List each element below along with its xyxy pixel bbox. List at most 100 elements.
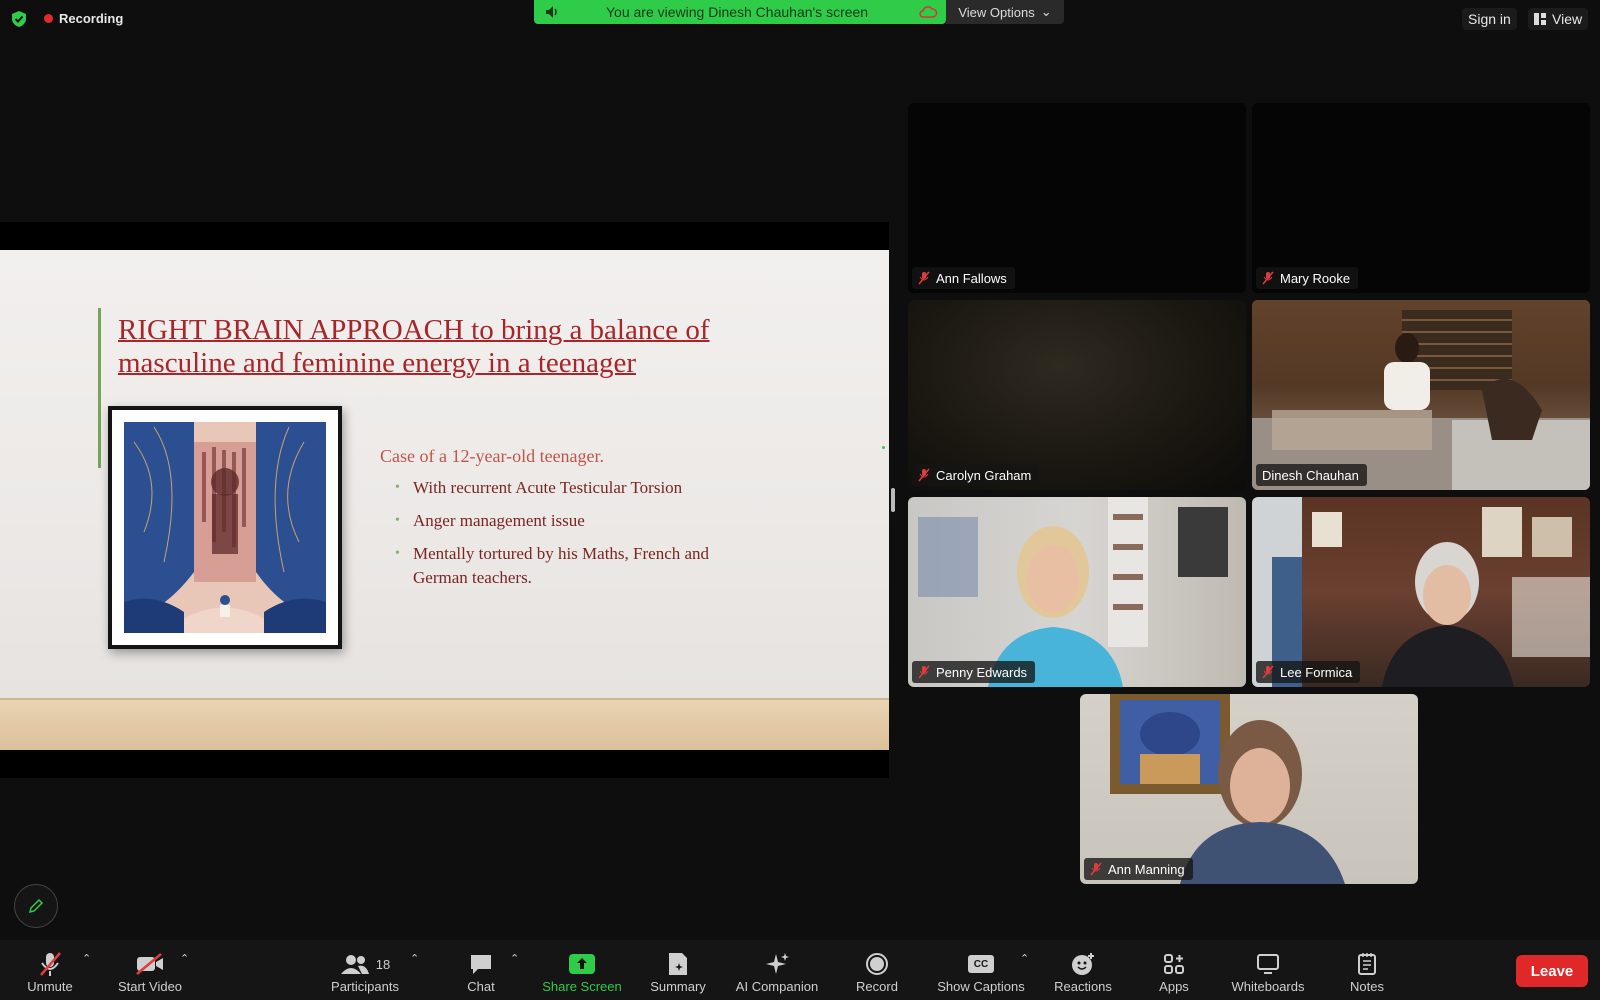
summary-icon [669,953,687,975]
video-tile-ann-manning[interactable]: Ann Manning [1080,694,1418,884]
chat-caret-icon[interactable]: ⌃ [510,952,519,965]
participant-name-tag: Ann Manning [1084,858,1193,880]
muted-mic-icon [918,468,930,482]
participant-name: Dinesh Chauhan [1262,467,1359,483]
summary-button[interactable]: Summary [646,940,710,1000]
video-tile-mary-rooke[interactable]: Mary Rooke [1252,103,1590,293]
record-label: Record [856,979,898,994]
pencil-icon [28,898,44,914]
viewing-text: You are viewing Dinesh Chauhan's screen [606,4,869,20]
leave-button[interactable]: Leave [1516,955,1588,987]
start-video-label: Start Video [117,979,183,994]
participants-caret-icon[interactable]: ⌃ [410,952,419,965]
whiteboards-label: Whiteboards [1231,979,1305,994]
presentation-slide: RIGHT BRAIN APPROACH to bring a balance … [0,250,889,750]
record-button[interactable]: Record [846,940,908,1000]
bullet-item: Mentally tortured by his Maths, French a… [395,542,715,590]
reactions-button[interactable]: Reactions [1050,940,1116,1000]
speaker-icon[interactable] [544,4,560,20]
muted-mic-icon [1090,862,1102,876]
participant-name-tag: Penny Edwards [912,661,1036,683]
view-options-button[interactable]: View Options ⌄ [946,0,1064,24]
unmute-button[interactable]: Unmute [18,940,82,1000]
reactions-label: Reactions [1054,979,1112,994]
record-icon [866,953,888,975]
captions-caret-icon[interactable]: ⌃ [1020,952,1029,965]
audio-options-caret-icon[interactable]: ⌃ [82,952,91,965]
view-button[interactable]: View [1528,8,1589,30]
bullet-item: With recurrent Acute Testicular Torsion [395,476,715,500]
video-tile-dinesh-chauhan[interactable]: Dinesh Chauhan [1252,300,1590,490]
unmute-label: Unmute [27,979,73,994]
participants-icon [340,955,369,974]
chat-button[interactable]: Chat [458,940,504,1000]
muted-mic-icon [1262,271,1274,285]
participant-name: Ann Fallows [936,270,1007,286]
participants-button[interactable]: 18 Participants [322,940,408,1000]
share-screen-icon [569,954,595,974]
webcam-scene [1252,497,1590,687]
participant-name-tag: Lee Formica [1256,661,1361,683]
shield-icon[interactable] [10,10,28,28]
notes-button[interactable]: Notes [1346,940,1388,1000]
video-tile-carolyn-graham[interactable]: Carolyn Graham [908,300,1246,490]
captions-badge: CC [973,958,989,970]
show-captions-label: Show Captions [937,979,1025,994]
recording-dot-icon [44,14,53,23]
leave-label: Leave [1530,962,1574,980]
video-tile-ann-fallows[interactable]: Ann Fallows [908,103,1246,293]
captions-icon: CC [968,955,994,973]
participant-name-tag: Mary Rooke [1256,267,1359,289]
whiteboards-button[interactable]: Whiteboards [1226,940,1310,1000]
share-screen-button[interactable]: Share Screen [536,940,628,1000]
view-options-label: View Options [958,4,1035,20]
split-resize-handle[interactable] [891,488,895,512]
ai-companion-button[interactable]: AI Companion [730,940,824,1000]
shared-screen[interactable]: RIGHT BRAIN APPROACH to bring a balance … [0,222,889,778]
reactions-icon [1072,953,1094,975]
participant-name: Mary Rooke [1280,270,1351,286]
participants-count: 18 [375,956,391,972]
slide-floor [0,698,889,750]
sign-in-button[interactable]: Sign in [1462,8,1517,30]
participant-name: Ann Manning [1108,861,1185,877]
share-screen-label: Share Screen [542,979,622,994]
slide-framed-illustration [108,406,342,649]
video-tile-lee-formica[interactable]: Lee Formica [1252,497,1590,687]
apps-icon [1164,954,1184,974]
show-captions-button[interactable]: CC Show Captions [932,940,1030,1000]
webcam-scene [1252,300,1590,490]
muted-mic-icon [918,665,930,679]
notes-label: Notes [1350,979,1384,994]
recording-indicator[interactable]: Recording [44,11,123,26]
chat-label: Chat [467,979,495,994]
participant-name-tag: Carolyn Graham [912,464,1040,486]
webcam-scene [1110,694,1345,884]
summary-label: Summary [650,979,706,994]
slide-accent-bar [98,308,101,468]
ai-companion-label: AI Companion [735,979,819,994]
muted-mic-icon [918,271,930,285]
ai-sparkle-icon [766,953,789,974]
cloud-icon [919,6,938,18]
webcam-scene [918,497,1228,687]
notes-icon [1358,953,1376,975]
grid-view-icon [1534,13,1546,25]
recording-label: Recording [59,11,124,26]
case-heading: Case of a 12-year-old teenager. [380,446,605,466]
chevron-down-icon: ⌄ [1040,4,1052,19]
slide-bullet-list: With recurrent Acute Testicular Torsion … [395,476,715,599]
whiteboard-icon [1257,954,1279,974]
chat-icon [471,955,491,974]
participant-name: Lee Formica [1280,664,1353,680]
meeting-toolbar: Unmute ⌃ Start Video ⌃ 18 Participants ⌃… [0,940,1600,1000]
video-options-caret-icon[interactable]: ⌃ [180,952,189,965]
start-video-button[interactable]: Start Video [112,940,188,1000]
apps-button[interactable]: Apps [1154,940,1194,1000]
participant-name: Carolyn Graham [936,467,1032,483]
annotate-button[interactable] [14,884,58,928]
status-dot [882,446,885,449]
screen-share-banner: You are viewing Dinesh Chauhan's screen [534,0,946,24]
muted-mic-icon [40,952,61,976]
video-tile-penny-edwards[interactable]: Penny Edwards [908,497,1246,687]
